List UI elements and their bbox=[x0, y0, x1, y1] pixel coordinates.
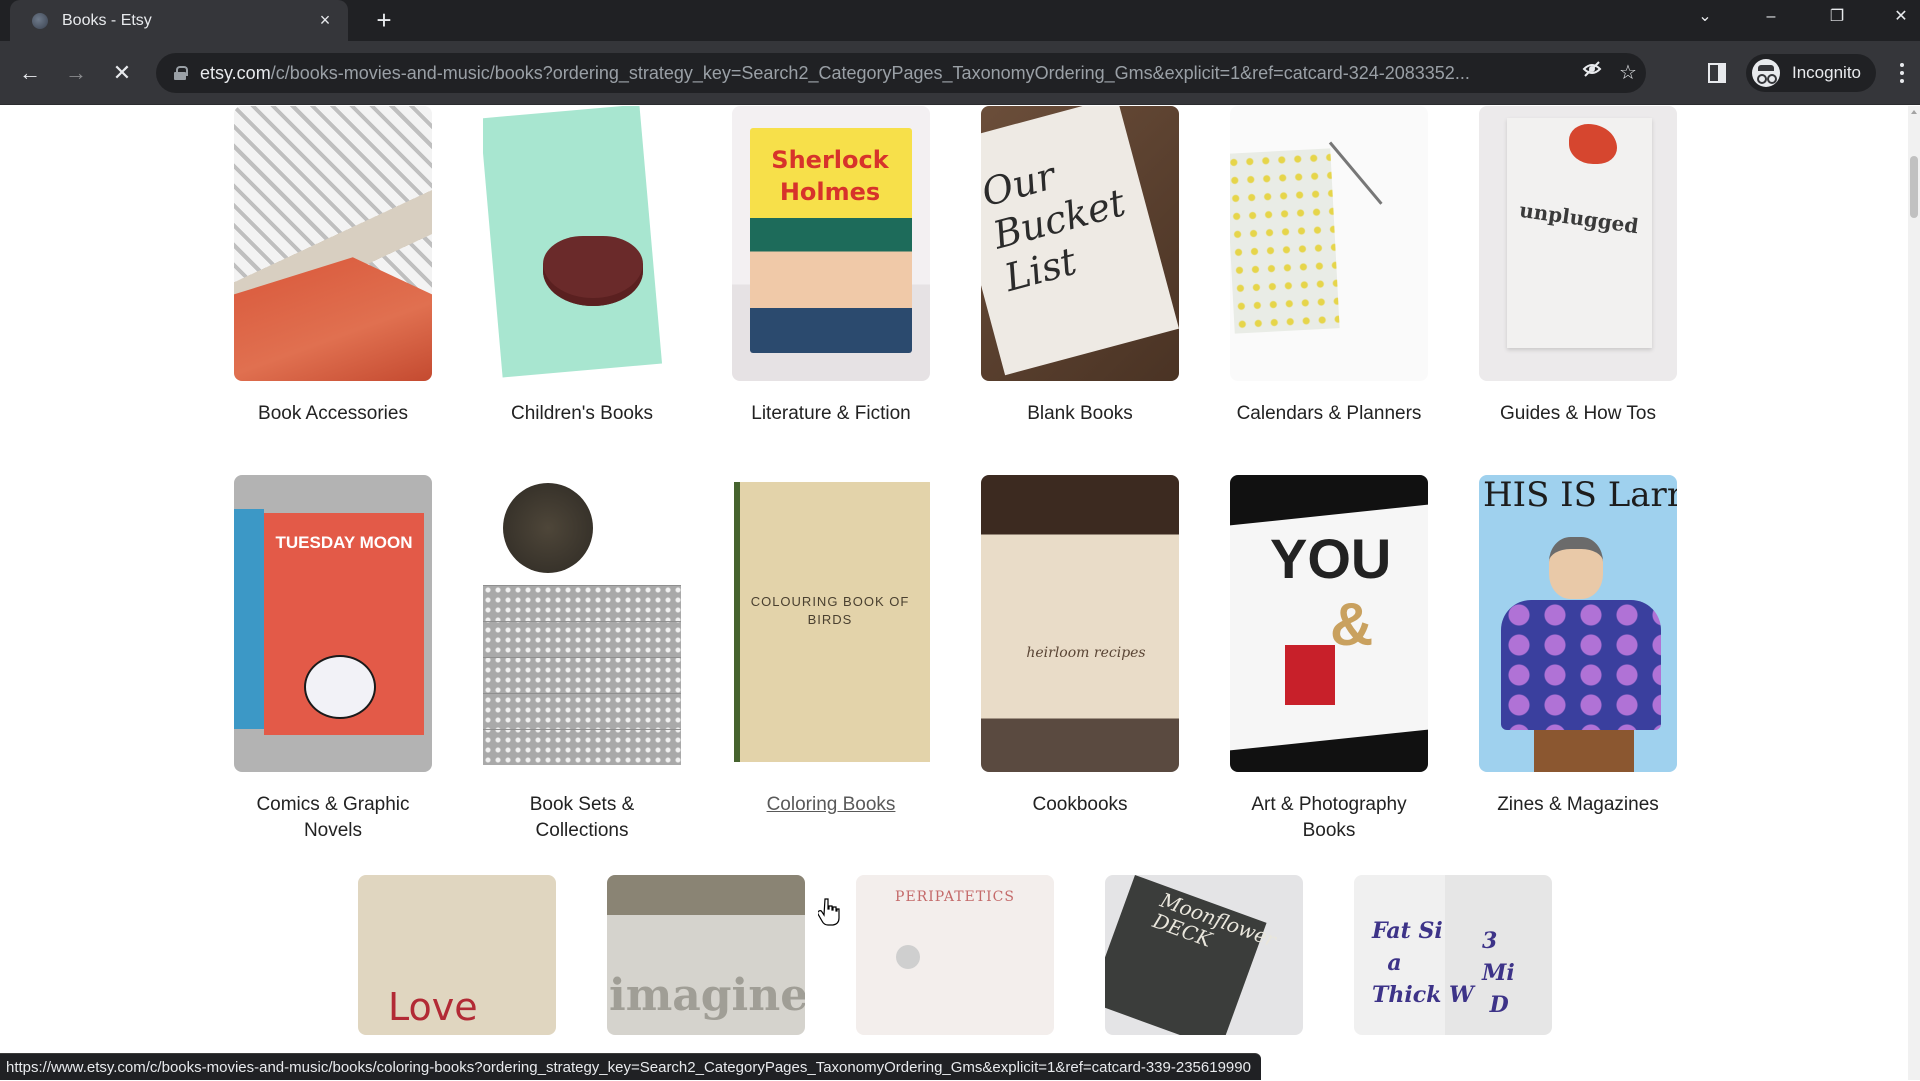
category-card-comics-graphic-novels[interactable]: TUESDAY MOON Comics & Graphic Novels bbox=[234, 475, 432, 844]
category-image: Love bbox=[358, 875, 556, 1035]
page-scrollbar[interactable] bbox=[1908, 106, 1920, 1080]
image-text: TUESDAY MOON bbox=[275, 533, 413, 552]
image-text: Moonflower DECK bbox=[1149, 887, 1280, 952]
category-image bbox=[1230, 106, 1428, 381]
category-card-book-accessories[interactable]: Book Accessories bbox=[234, 106, 432, 427]
image-text: heirloom recipes bbox=[1026, 645, 1146, 661]
tab-search-icon[interactable]: ⌄ bbox=[1682, 0, 1728, 34]
category-label: Coloring Books bbox=[766, 794, 896, 815]
etsy-page: Book Accessories Children's Books Sherlo… bbox=[0, 106, 1908, 1080]
bookmark-star-icon[interactable]: ☆ bbox=[1610, 55, 1646, 91]
lock-icon[interactable] bbox=[174, 66, 188, 80]
tab-close-icon[interactable]: × bbox=[314, 10, 336, 31]
category-label: Cookbooks bbox=[1032, 794, 1128, 815]
category-image: Sherlock Holmes bbox=[732, 106, 930, 381]
category-card-row3-5[interactable]: Fat Si a Thick W 3 Mi D bbox=[1354, 875, 1552, 1035]
restore-button[interactable]: ❐ bbox=[1814, 0, 1860, 34]
browser-menu-icon[interactable] bbox=[1892, 61, 1912, 85]
scrollbar-thumb[interactable] bbox=[1910, 156, 1918, 218]
category-card-row3-1[interactable]: Love bbox=[358, 875, 556, 1035]
category-image: Moonflower DECK bbox=[1105, 875, 1303, 1035]
eye-off-icon[interactable] bbox=[1574, 55, 1610, 91]
category-card-zines-magazines[interactable]: HIS IS Larr Zines & Magazines bbox=[1479, 475, 1677, 818]
category-label: Blank Books bbox=[1027, 403, 1133, 424]
category-image: TUESDAY MOON bbox=[234, 475, 432, 772]
category-card-row3-3[interactable]: PERIPATETICS bbox=[856, 875, 1054, 1035]
category-image bbox=[234, 106, 432, 381]
category-card-blank-books[interactable]: Our Bucket List Blank Books bbox=[981, 106, 1179, 427]
forward-button[interactable]: → bbox=[60, 57, 92, 89]
category-card-coloring-books[interactable]: COLOURING BOOK OF BIRDS Coloring Books bbox=[732, 475, 930, 818]
image-text: YOU bbox=[1270, 527, 1392, 590]
category-label: Guides & How Tos bbox=[1500, 403, 1656, 424]
category-image bbox=[483, 106, 681, 381]
incognito-label: Incognito bbox=[1792, 63, 1861, 82]
image-text: Sherlock Holmes bbox=[771, 146, 889, 206]
category-label: Comics & Graphic Novels bbox=[256, 794, 410, 841]
incognito-profile-button[interactable]: Incognito bbox=[1746, 54, 1876, 92]
close-window-button[interactable]: ✕ bbox=[1878, 0, 1920, 34]
browser-tab[interactable]: Books - Etsy × bbox=[10, 0, 348, 41]
category-image: YOU & bbox=[1230, 475, 1428, 772]
category-card-book-sets-collections[interactable]: Book Sets & Collections bbox=[483, 475, 681, 844]
image-text: COLOURING BOOK OF BIRDS bbox=[750, 594, 910, 627]
image-text: Love bbox=[388, 985, 478, 1029]
category-label: Calendars & Planners bbox=[1236, 403, 1422, 424]
address-bar[interactable]: etsy.com/c/books-movies-and-music/books?… bbox=[156, 53, 1646, 93]
category-image: Fat Si a Thick W 3 Mi D bbox=[1354, 875, 1552, 1035]
image-text: PERIPATETICS bbox=[895, 889, 1015, 905]
stop-loading-button[interactable]: ✕ bbox=[106, 57, 138, 89]
illustration-sweater bbox=[1501, 600, 1661, 730]
category-image: imagine bbox=[607, 875, 805, 1035]
url-path: /c/books-movies-and-music/books?ordering… bbox=[270, 62, 1470, 83]
category-card-guides-how-tos[interactable]: unplugged Guides & How Tos bbox=[1479, 106, 1677, 427]
category-card-row3-2[interactable]: imagine bbox=[607, 875, 805, 1035]
category-image: HIS IS Larr bbox=[1479, 475, 1677, 772]
incognito-icon bbox=[1752, 59, 1780, 87]
category-card-literature-fiction[interactable]: Sherlock Holmes Literature & Fiction bbox=[732, 106, 930, 427]
category-card-childrens-books[interactable]: Children's Books bbox=[483, 106, 681, 427]
category-image bbox=[483, 475, 681, 772]
category-image: heirloom recipes bbox=[981, 475, 1179, 772]
category-image: Our Bucket List bbox=[981, 106, 1179, 381]
link-status-bubble: https://www.etsy.com/c/books-movies-and-… bbox=[0, 1053, 1261, 1080]
category-card-cookbooks[interactable]: heirloom recipes Cookbooks bbox=[981, 475, 1179, 818]
image-text: Fat Si a Thick W bbox=[1372, 918, 1474, 1008]
tab-title: Books - Etsy bbox=[62, 11, 152, 29]
etsy-favicon-icon bbox=[32, 12, 48, 29]
illustration-head bbox=[1549, 537, 1603, 599]
category-card-row3-4[interactable]: Moonflower DECK bbox=[1105, 875, 1303, 1035]
moon-illustration bbox=[304, 655, 376, 719]
side-panel-icon[interactable] bbox=[1708, 63, 1726, 83]
url-host: etsy.com bbox=[200, 62, 271, 83]
illustration-legs bbox=[1534, 730, 1634, 772]
scroll-up-arrow-icon[interactable] bbox=[1911, 110, 1917, 114]
category-label: Book Sets & Collections bbox=[529, 794, 635, 841]
category-label: Book Accessories bbox=[258, 403, 408, 424]
image-text: Our Bucket List bbox=[981, 153, 1130, 301]
tab-strip: Books - Etsy × + ⌄ – ❐ ✕ bbox=[0, 0, 1920, 41]
category-card-calendars-planners[interactable]: Calendars & Planners bbox=[1230, 106, 1428, 427]
ampersand-graphic: & bbox=[1330, 591, 1374, 658]
image-text: unplugged bbox=[1517, 197, 1641, 239]
category-label: Zines & Magazines bbox=[1497, 794, 1659, 815]
category-image: PERIPATETICS bbox=[856, 875, 1054, 1035]
category-image: unplugged bbox=[1479, 106, 1677, 381]
me-graphic bbox=[1285, 645, 1335, 705]
category-card-art-photography-books[interactable]: YOU & Art & Photography Books bbox=[1230, 475, 1428, 844]
url-text[interactable]: etsy.com/c/books-movies-and-music/books?… bbox=[200, 63, 1574, 84]
image-text-2: 3 Mi D bbox=[1482, 928, 1515, 1018]
category-label: Children's Books bbox=[511, 403, 653, 424]
image-text: imagine bbox=[609, 970, 805, 1021]
category-image: COLOURING BOOK OF BIRDS bbox=[732, 475, 930, 772]
category-label: Literature & Fiction bbox=[751, 403, 911, 424]
image-text: HIS IS Larr bbox=[1483, 475, 1677, 515]
minimize-button[interactable]: – bbox=[1748, 0, 1794, 34]
hand-pointer-cursor-icon bbox=[818, 898, 840, 926]
back-button[interactable]: ← bbox=[14, 57, 46, 89]
browser-toolbar: ← → ✕ etsy.com/c/books-movies-and-music/… bbox=[0, 41, 1920, 105]
new-tab-button[interactable]: + bbox=[370, 6, 398, 34]
category-label: Art & Photography Books bbox=[1251, 794, 1407, 841]
